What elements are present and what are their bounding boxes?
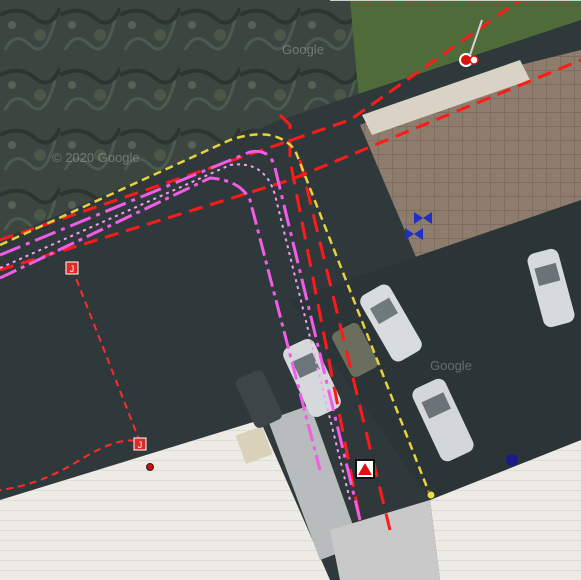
node-marker[interactable] xyxy=(506,454,518,466)
map-watermark: © 2020 Google xyxy=(52,150,140,165)
node-marker[interactable] xyxy=(426,490,436,500)
junction-label: J xyxy=(70,264,75,274)
junction-label: J xyxy=(138,440,143,450)
junction-marker[interactable]: J xyxy=(133,437,147,451)
map-view[interactable]: J J © 2020 Google Google Google xyxy=(0,0,581,580)
warning-triangle-icon[interactable] xyxy=(355,459,375,479)
map-canvas: J J xyxy=(0,0,581,580)
map-watermark: Google xyxy=(430,358,472,373)
node-marker[interactable] xyxy=(146,463,154,471)
map-watermark: Google xyxy=(282,42,324,57)
junction-marker[interactable]: J xyxy=(65,261,79,275)
